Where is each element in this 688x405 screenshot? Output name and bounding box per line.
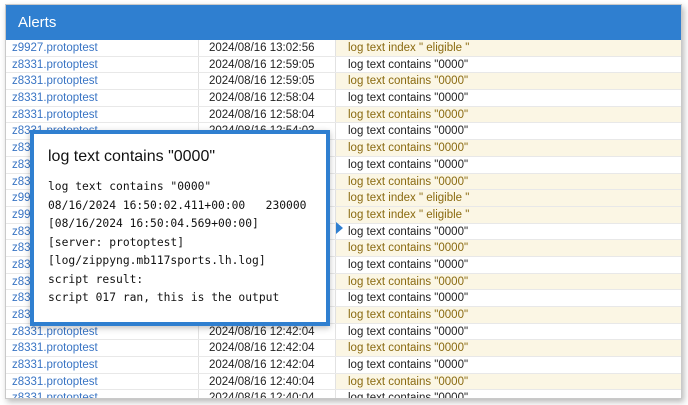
popover-line: [08/16/2024 16:50:04.569+00:00] (48, 217, 259, 230)
message-cell[interactable]: log text contains "0000" (336, 340, 681, 357)
table-row[interactable]: z8331.protoptest 2024/08/16 12:59:05 log t… (6, 73, 681, 91)
popover-line: script result: (48, 272, 144, 286)
source-link[interactable]: z8331.protoptest (6, 56, 199, 73)
timestamp-cell: 2024/08/16 13:02:56 (199, 40, 336, 56)
message-cell[interactable]: log text contains "0000" (336, 273, 681, 290)
alerts-header: Alerts (6, 5, 681, 40)
message-cell[interactable]: log text contains "0000" (336, 323, 681, 340)
message-cell[interactable]: log text contains "0000" (336, 307, 681, 323)
popover-line: log text contains "0000" (48, 180, 212, 193)
timestamp-cell: 2024/08/16 12:59:05 (199, 56, 336, 73)
source-link[interactable]: z8331.protoptest (6, 373, 199, 390)
message-cell[interactable]: log text contains "0000" (336, 156, 681, 173)
message-cell[interactable]: log text contains "0000" (336, 123, 681, 140)
table-row[interactable]: z8331.protoptest 2024/08/16 12:58:04 log t… (6, 90, 681, 107)
table-row[interactable]: z8331.protoptest 2024/08/16 12:40:04 log t… (6, 373, 681, 391)
source-link[interactable]: z8331.protoptest (6, 390, 199, 398)
table-row[interactable]: z9927.protoptest 2024/08/16 13:02:56 log t… (6, 40, 681, 57)
timestamp-cell: 2024/08/16 12:58:04 (199, 106, 336, 123)
source-link[interactable]: z8331.protoptest (6, 106, 199, 123)
timestamp-cell: 2024/08/16 12:58:04 (199, 90, 336, 106)
message-cell[interactable]: log text contains "0000" (336, 373, 681, 390)
popover-body: log text contains "0000" 08/16/2024 16:50… (48, 178, 306, 308)
source-link[interactable]: z8331.protoptest (6, 73, 199, 90)
source-link[interactable]: z8331.protoptest (6, 323, 199, 340)
source-link[interactable]: z8331.protoptest (6, 340, 199, 357)
source-link[interactable]: z8331.protoptest (6, 357, 199, 373)
message-cell[interactable]: log text index " eligible " (336, 206, 681, 223)
message-cell[interactable]: log text contains "0000" (336, 357, 681, 373)
message-cell[interactable]: log text contains "0000" (336, 73, 681, 90)
message-cell[interactable]: log text contains "0000" (336, 140, 681, 156)
popover-line: [log/zippyng.mb117sports.lh.log] (48, 254, 266, 267)
alerts-title: Alerts (18, 14, 57, 31)
popover-arrow-icon (336, 222, 343, 234)
popover-line: script 017 ran, this is the output (48, 291, 280, 304)
table-row[interactable]: z8331.protoptest 2024/08/16 12:42:04 log t… (6, 323, 681, 341)
popover-line: [server: protoptest] (48, 235, 185, 249)
message-cell[interactable]: log text contains "0000" (336, 223, 681, 240)
timestamp-cell: 2024/08/16 12:42:04 (199, 340, 336, 357)
message-cell[interactable]: log text contains "0000" (336, 106, 681, 123)
message-cell[interactable]: log text index " eligible " (336, 190, 681, 206)
popover-line: 08/16/2024 16:50:02.411+00:00 230000 (48, 198, 307, 212)
message-cell[interactable]: log text index " eligible " (336, 40, 681, 56)
message-cell[interactable]: log text contains "0000" (336, 56, 681, 73)
message-cell[interactable]: log text contains "0000" (336, 256, 681, 273)
message-cell[interactable]: log text contains "0000" (336, 90, 681, 106)
timestamp-cell: 2024/08/16 12:40:04 (199, 390, 336, 398)
table-row[interactable]: z8331.protoptest 2024/08/16 12:58:04 log t… (6, 106, 681, 124)
message-cell[interactable]: log text contains "0000" (336, 240, 681, 256)
table-row[interactable]: z8331.protoptest 2024/08/16 12:40:04 log t… (6, 390, 681, 398)
timestamp-cell: 2024/08/16 12:40:04 (199, 373, 336, 390)
message-cell[interactable]: log text contains "0000" (336, 290, 681, 306)
source-link[interactable]: z9927.protoptest (6, 40, 199, 56)
timestamp-cell: 2024/08/16 12:42:04 (199, 323, 336, 340)
source-link[interactable]: z8331.protoptest (6, 90, 199, 106)
alert-detail-popover: log text contains "0000" log text contai… (30, 130, 330, 326)
table-row[interactable]: z8331.protoptest 2024/08/16 12:42:04 log t… (6, 357, 681, 374)
message-cell[interactable]: log text contains "0000" (336, 390, 681, 398)
table-row[interactable]: z8331.protoptest 2024/08/16 12:42:04 log t… (6, 340, 681, 358)
table-row[interactable]: z8331.protoptest 2024/08/16 12:59:05 log t… (6, 56, 681, 74)
timestamp-cell: 2024/08/16 12:42:04 (199, 357, 336, 373)
timestamp-cell: 2024/08/16 12:59:05 (199, 73, 336, 90)
popover-title: log text contains "0000" (48, 148, 216, 165)
message-cell[interactable]: log text contains "0000" (336, 173, 681, 190)
